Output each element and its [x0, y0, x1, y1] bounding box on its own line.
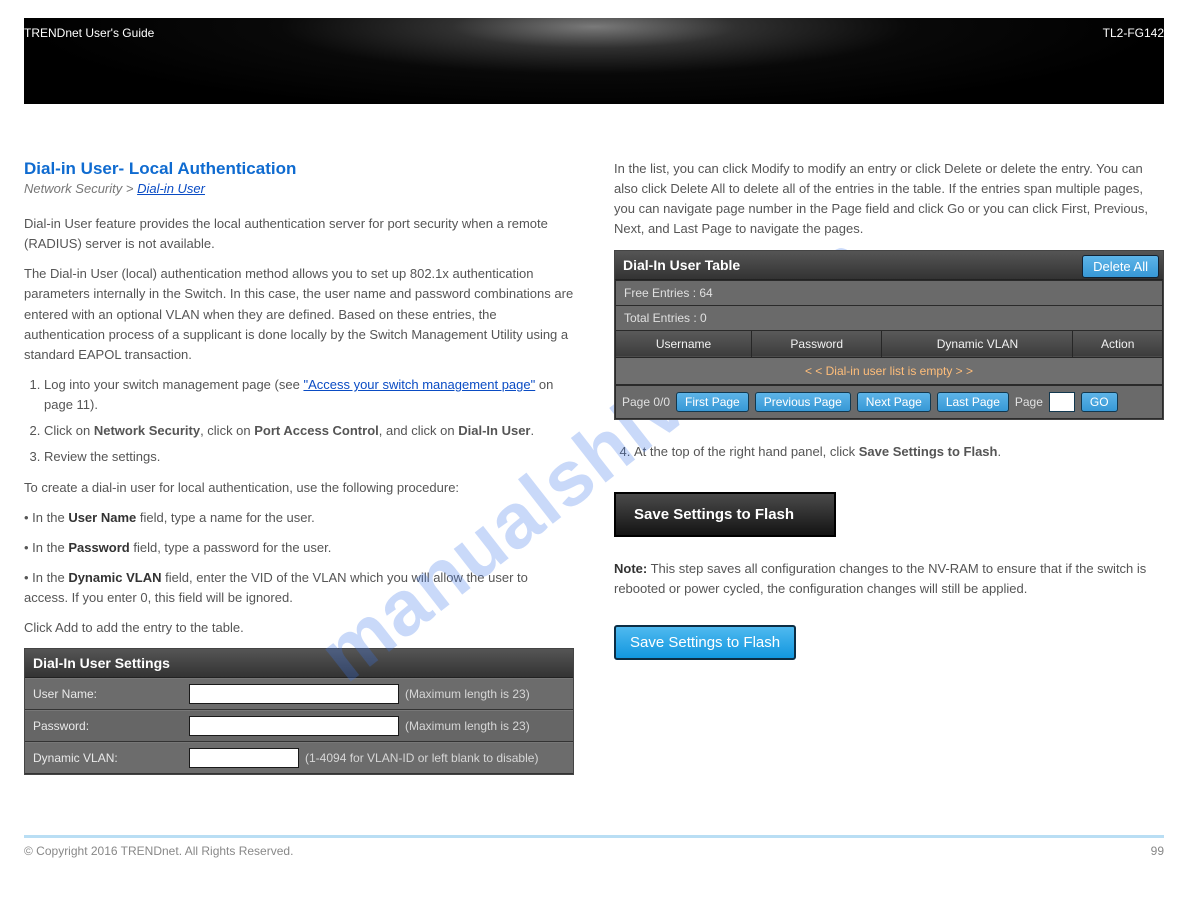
step-4: At the top of the right hand panel, clic…	[634, 442, 1164, 462]
footer-page: 99	[1151, 844, 1164, 858]
right-intro: In the list, you can click Modify to mod…	[614, 159, 1164, 240]
page-number-input[interactable]	[1049, 392, 1075, 412]
click-add: Click Add to add the entry to the table.	[24, 618, 574, 638]
step-3: Review the settings.	[44, 447, 574, 467]
step-2: Click on Network Security, click on Port…	[44, 421, 574, 441]
bullet-vlan: • In the Dynamic VLAN field, enter the V…	[24, 568, 574, 608]
header-bar: TRENDnet User's Guide TL2-FG142	[24, 18, 1164, 104]
go-button[interactable]: GO	[1081, 392, 1118, 412]
section-title: Dial-in User- Local Authentication	[24, 159, 574, 179]
table-title: Dial-In User Table	[615, 251, 1163, 280]
paginator: Page 0/0 First Page Previous Page Next P…	[615, 385, 1163, 419]
free-entries: Free Entries : 64	[616, 280, 1163, 305]
desc-text: The Dial-in User (local) authentication …	[24, 264, 574, 365]
empty-row: < < Dial-in user list is empty > >	[616, 357, 1163, 384]
next-page-button[interactable]: Next Page	[857, 392, 931, 412]
col-dynamic-vlan: Dynamic VLAN	[882, 330, 1073, 357]
dial-in-settings-panel: Dial-In User Settings User Name: (Maximu…	[24, 648, 574, 775]
username-label: User Name:	[25, 680, 181, 708]
previous-page-button[interactable]: Previous Page	[755, 392, 851, 412]
total-entries: Total Entries : 0	[616, 305, 1163, 330]
note: Note: This step saves all configuration …	[614, 559, 1164, 599]
breadcrumb-link[interactable]: Dial-in User	[137, 181, 205, 196]
password-label: Password:	[25, 712, 181, 740]
left-column: Dial-in User- Local Authentication Netwo…	[24, 114, 574, 775]
password-hint: (Maximum length is 23)	[405, 719, 530, 733]
vlan-input[interactable]	[189, 748, 299, 768]
col-action: Action	[1073, 330, 1163, 357]
step-1: Log into your switch management page (se…	[44, 375, 574, 415]
step-1-link[interactable]: "Access your switch management page"	[303, 377, 535, 392]
breadcrumb: Network Security > Dial-in User	[24, 181, 574, 196]
page-status: Page 0/0	[622, 395, 670, 409]
col-password: Password	[752, 330, 882, 357]
panel-title: Dial-In User Settings	[25, 649, 573, 678]
password-input[interactable]	[189, 716, 399, 736]
page-label: Page	[1015, 395, 1043, 409]
col-username: Username	[616, 330, 752, 357]
after-steps: To create a dial-in user for local authe…	[24, 478, 574, 498]
vlan-hint: (1-4094 for VLAN-ID or left blank to dis…	[305, 751, 538, 765]
save-settings-dark-button[interactable]: Save Settings to Flash	[614, 492, 836, 537]
last-page-button[interactable]: Last Page	[937, 392, 1009, 412]
save-settings-blue-button[interactable]: Save Settings to Flash	[614, 625, 796, 660]
username-input[interactable]	[189, 684, 399, 704]
footer: © Copyright 2016 TRENDnet. All Rights Re…	[24, 835, 1164, 888]
bullet-username: • In the User Name field, type a name fo…	[24, 508, 574, 528]
dial-in-user-table-panel: Delete All Dial-In User Table Free Entri…	[614, 250, 1164, 420]
right-column: In the list, you can click Modify to mod…	[614, 114, 1164, 775]
footer-copyright: © Copyright 2016 TRENDnet. All Rights Re…	[24, 844, 293, 858]
first-page-button[interactable]: First Page	[676, 392, 749, 412]
bullet-password: • In the Password field, type a password…	[24, 538, 574, 558]
delete-all-button[interactable]: Delete All	[1082, 255, 1159, 278]
breadcrumb-prefix: Network Security >	[24, 181, 133, 196]
username-hint: (Maximum length is 23)	[405, 687, 530, 701]
vlan-label: Dynamic VLAN:	[25, 744, 181, 772]
intro-text: Dial-in User feature provides the local …	[24, 214, 574, 254]
